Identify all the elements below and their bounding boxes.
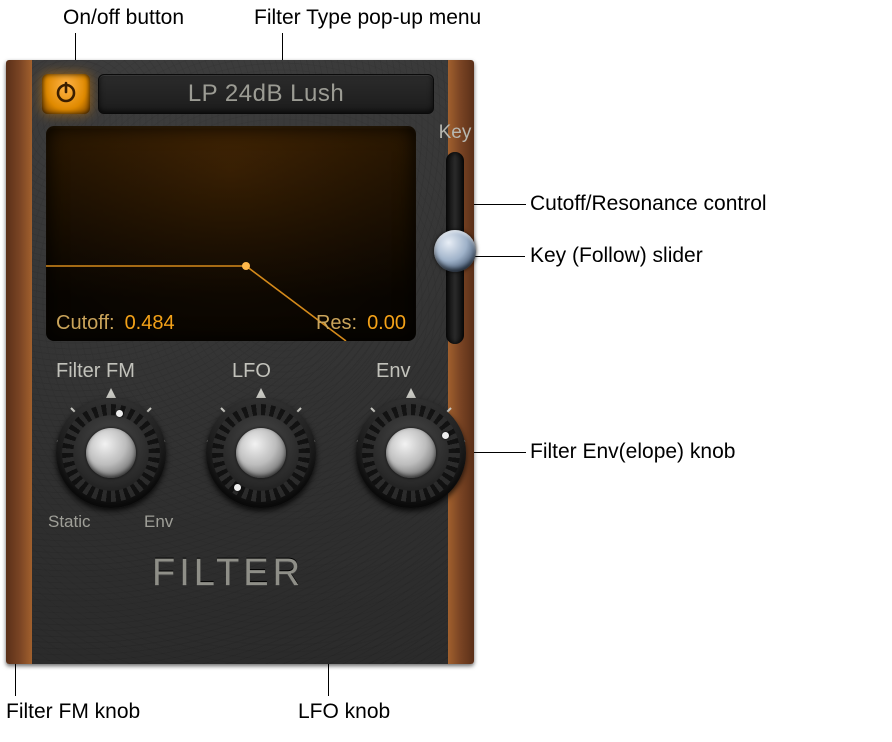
- lfo-knob[interactable]: [206, 398, 316, 508]
- callout-ftype: Filter Type pop-up menu: [254, 6, 481, 30]
- callout-lfo-knob: LFO knob: [298, 700, 390, 724]
- filter-env-knob[interactable]: [356, 398, 466, 508]
- power-button[interactable]: [42, 74, 90, 114]
- filter-type-menu[interactable]: LP 24dB Lush: [98, 74, 434, 114]
- lfo-knob-label: LFO: [232, 360, 271, 383]
- callout-key-slider: Key (Follow) slider: [530, 244, 703, 268]
- power-icon: [54, 80, 78, 109]
- callout-cutoff-res: Cutoff/Resonance control: [530, 192, 767, 216]
- filter-readout: Cutoff: 0.484 Res: 0.00: [46, 312, 416, 335]
- env-knob-label: Env: [376, 360, 410, 383]
- fm-knob-label: Filter FM: [56, 360, 135, 383]
- filter-fm-knob[interactable]: [56, 398, 166, 508]
- callout-env-knob: Filter Env(elope) knob: [530, 440, 735, 464]
- callout-fm-knob: Filter FM knob: [6, 700, 140, 724]
- filter-panel: LP 24dB Lush Cutoff: 0.484 Res: 0.00 Key…: [32, 60, 448, 664]
- res-value: 0.00: [367, 312, 406, 335]
- res-label: Res:: [316, 312, 357, 335]
- filter-type-label: LP 24dB Lush: [188, 80, 344, 108]
- key-label: Key: [427, 122, 483, 144]
- cutoff-label: Cutoff:: [56, 312, 115, 335]
- cutoff-resonance-curve[interactable]: [46, 126, 416, 341]
- callout-power: On/off button: [63, 6, 184, 30]
- section-title: FILTER: [152, 552, 304, 595]
- filter-display[interactable]: Cutoff: 0.484 Res: 0.00: [46, 126, 416, 341]
- key-slider-thumb[interactable]: [434, 230, 476, 272]
- cutoff-value: 0.484: [125, 312, 175, 335]
- fm-knob-left-text: Static: [48, 512, 91, 532]
- filter-panel-frame: LP 24dB Lush Cutoff: 0.484 Res: 0.00 Key…: [6, 60, 474, 664]
- fm-knob-right-text: Env: [144, 512, 173, 532]
